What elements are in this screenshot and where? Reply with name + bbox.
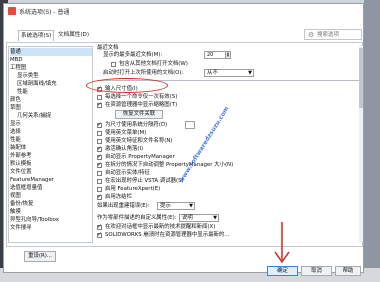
split-pm-label: 在拆分的情况下自动调整 PropertyManager 大小(N) [105,162,234,168]
solidworks-crash-checkbox[interactable] [97,231,102,238]
tree-item-drawing-performance[interactable]: 性能 [17,88,28,96]
tree-item-selection[interactable]: 选择 [10,128,21,136]
custom-property-select[interactable]: 说明 ▼ [179,214,219,222]
ok-button[interactable]: 确定 [267,266,298,276]
show-thumbnail-label: 在资源管理器中显示缩略图(T) [105,102,178,108]
gear-icon: ⚙ [308,31,315,39]
help-button[interactable]: 帮助 [335,266,361,276]
max-recent-label: 显示的最多最近文档(M): [103,52,163,58]
tree-item-relations-snaps[interactable]: 几何关系/捕捉 [17,112,51,120]
tree-item-view[interactable]: 视图 [10,192,21,200]
tree-item-area-hatch[interactable]: 区域剖面线/填充 [17,80,57,88]
tree-item-featuremanager[interactable]: FeatureManager [10,176,54,184]
when-rebuild-value: 提示 [160,203,171,209]
one-command-label: 每选择一个命令仅一次有效(S) [105,94,178,100]
featurexpert-checkbox[interactable] [97,187,102,192]
freeze-bar-label: 启用冻结栏 [105,194,132,200]
title-bar: 系统选项(S) - 普通 [4,4,363,18]
featurexpert-label: 启用 FeatureXpert(E) [105,186,161,192]
system-separator-label: 为尺寸使用系统分隔符(D) [105,122,168,128]
tab-document-properties[interactable]: 文档属性(D) [56,30,91,40]
welcome-dialog-checkbox[interactable] [97,145,102,152]
tree-item-file-locations[interactable]: 文件位置 [10,168,32,176]
options-tree: 普通 MBD 工程图 显示类型 区域剖面线/填充 性能 颜色 草图 几何关系/捕… [8,46,93,243]
english-menu-checkbox[interactable] [97,131,102,136]
general-settings: 最近文档 显示的最多最近文档(M): 20 ▲ ▼ 包含从其他文档打开文档(W) … [97,44,362,246]
tree-item-file-explorer[interactable]: 文件搜寻 [10,224,32,232]
auto-show-feature-label: 自动显示实体/特征 [105,170,150,176]
tree-item-backup-recover[interactable]: 备份/恢复 [10,200,33,208]
tree-item-drawings[interactable]: 工程图 [10,64,26,72]
welcome-dialog-label: 激活确认角落(I) [105,146,144,152]
one-command-checkbox[interactable] [97,95,102,100]
open-last-used-label: 启动时打开上次所使用的文档(O): [103,70,184,76]
separator-input[interactable] [185,121,195,129]
split-pm-checkbox[interactable] [97,161,102,168]
tree-item-performance[interactable]: 性能 [10,136,21,144]
tree-item-hole-wizard-toolbox[interactable]: 异型孔向导/Toolbox [10,216,59,224]
chevron-down-icon: ▼ [213,215,217,221]
show-latest-label: 在欢迎对话框中显示最新的技术提醒和新闻(X) [105,224,216,230]
show-thumbnail-checkbox[interactable] [97,101,102,108]
tree-item-sketch[interactable]: 草图 [10,104,21,112]
tree-item-display[interactable]: 显示 [10,120,21,128]
when-rebuild-label: 如果出现重建错误(E): [97,203,150,209]
max-recent-spinner[interactable]: ▲ ▼ [226,51,231,59]
solidworks-crash-label: SOLIDWORKS 崩溃时在资源管理器中显示最新的... [105,232,230,238]
open-last-used-select[interactable]: 从不 ▼ [204,69,254,77]
auto-show-pm-label: 自动显示 PropertyManager [105,154,175,160]
search-box[interactable]: ⚙ [304,29,362,40]
when-rebuild-select[interactable]: 提示 ▼ [157,202,195,210]
tree-item-mbd[interactable]: MBD [10,56,23,64]
custom-property-label: 作为零部件描述的自定义属性(E): [97,215,177,221]
chevron-down-icon: ▼ [248,70,252,76]
tab-system-options[interactable]: 系统选项(S) [18,30,55,41]
tree-item-default-templates[interactable]: 默认模板 [10,160,32,168]
cancel-button[interactable]: 取消 [301,266,332,276]
custom-property-value: 说明 [182,215,193,221]
annotation-arrow-icon [274,222,290,264]
annotation-highlight-oval [86,78,168,93]
scrollbar-thumb[interactable] [359,48,363,108]
tree-item-general[interactable]: 普通 [10,48,92,56]
system-separator-checkbox[interactable] [97,121,102,128]
include-recent-label: 包含从其他文档打开文档(W) [119,61,188,67]
window-title: 系统选项(S) - 普通 [19,9,70,16]
system-options-dialog: 系统选项(S) - 普通 系统选项(S) 文档属性(D) ⚙ 普通 MBD 工程… [3,3,364,276]
search-input[interactable] [317,31,361,39]
tree-item-colors[interactable]: 颜色 [10,96,21,104]
tree-item-assemblies[interactable]: 装配体 [10,144,26,152]
max-recent-input[interactable]: 20 [204,51,226,59]
tree-item-display-style[interactable]: 显示类型 [17,72,39,80]
freeze-bar-checkbox[interactable] [97,193,102,200]
include-recent-checkbox[interactable] [111,62,116,67]
auto-show-feature-checkbox[interactable] [97,171,102,176]
english-feature-checkbox[interactable] [97,139,102,144]
background-right-strip [364,0,380,282]
chevron-down-icon: ▼ [189,203,193,209]
tree-item-external-references[interactable]: 外部参考 [10,152,32,160]
open-last-used-value: 从不 [207,70,218,76]
tree-item-touch[interactable]: 触摸 [10,208,21,216]
restore-file-association-button[interactable]: 恢复文件关联 [115,110,163,119]
auto-show-pm-checkbox[interactable] [97,153,102,160]
tree-item-spin-box-increments[interactable]: 选值框增量值 [10,184,42,192]
app-icon [8,7,16,15]
show-latest-checkbox[interactable] [97,223,102,230]
vba-label: 在宏出现时停止 VSTA 调试器(S) [105,178,184,184]
english-feature-label: 使用英文特征和文件名称(N) [105,138,173,144]
vba-checkbox[interactable] [97,179,102,184]
reset-button[interactable]: 重设(R)... [24,251,56,262]
english-menu-label: 使用英文菜单(M) [105,130,147,136]
